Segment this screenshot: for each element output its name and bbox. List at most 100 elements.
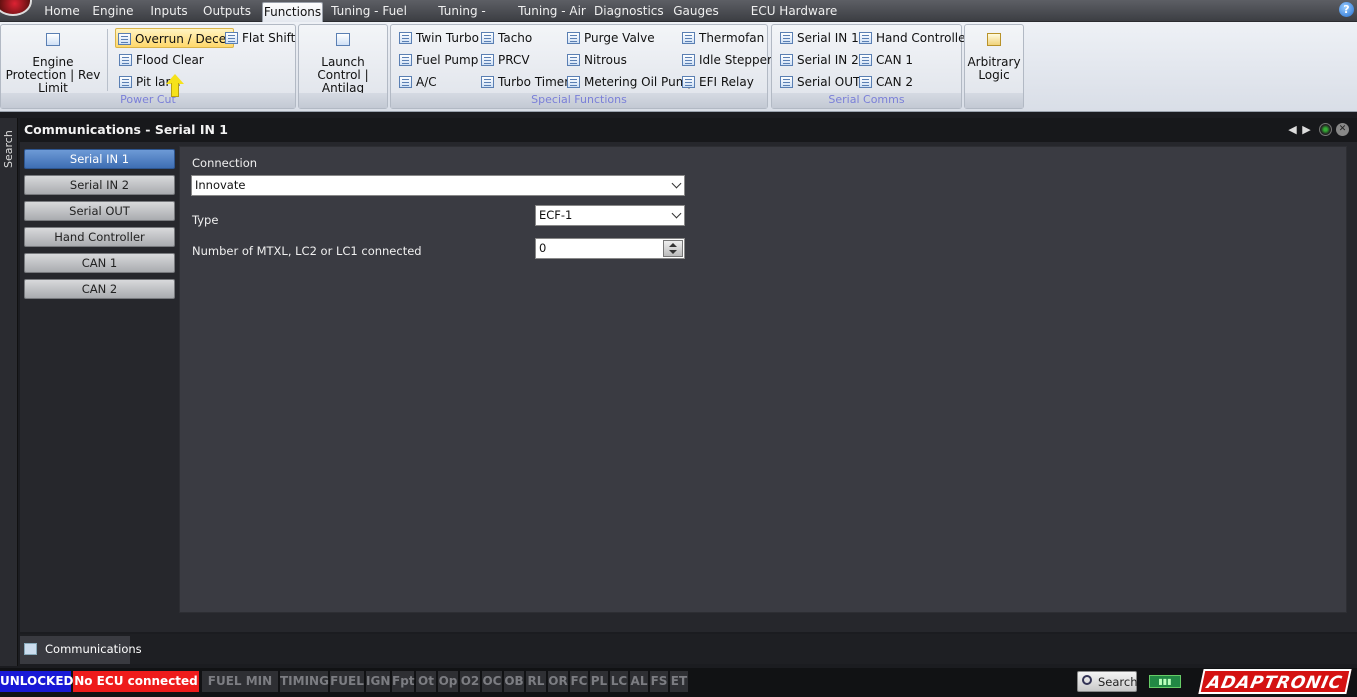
table-icon: [567, 76, 580, 88]
panel-header: Communications - Serial IN 1 ◀ ▶ ✕: [20, 118, 1357, 142]
count-value: 0: [539, 241, 547, 255]
flag-pl: PL: [590, 671, 608, 692]
gauge-icon[interactable]: [1319, 123, 1332, 136]
search-icon: [1082, 675, 1092, 685]
fuel-pump-button[interactable]: Fuel Pump: [397, 50, 478, 70]
arbitrary-logic-button[interactable]: Arbitrary Logic: [967, 25, 1021, 82]
hand-controller-button[interactable]: Hand Controller: [857, 28, 970, 48]
tacho-label: Tacho: [498, 31, 533, 45]
table-icon: [399, 76, 412, 88]
connection-select[interactable]: Innovate: [191, 175, 685, 196]
table-icon: [118, 33, 131, 45]
table-icon: [567, 54, 580, 66]
can-1-button[interactable]: CAN 1: [857, 50, 913, 70]
tab-communications[interactable]: Communications: [20, 636, 142, 664]
engine-protection-button[interactable]: Engine Protection | Rev Limit: [3, 25, 103, 95]
menu-ecu-hardware-settings[interactable]: ECU Hardware Settings: [730, 2, 858, 36]
twin-turbo-label: Twin Turbo: [416, 31, 479, 45]
flag-al: AL: [630, 671, 648, 692]
connection-value: Innovate: [195, 178, 246, 192]
settings-content: Connection Innovate Type ECF-1 Number of…: [179, 146, 1347, 613]
search-button[interactable]: Search: [1077, 671, 1138, 692]
menu-diagnostics[interactable]: Diagnostics: [594, 2, 664, 22]
overrun-decel-button[interactable]: Overrun / Decel: [115, 28, 235, 48]
table-icon: [481, 54, 494, 66]
table-icon: [336, 33, 350, 46]
search-sidebar[interactable]: Search: [0, 118, 18, 666]
nav-can-1[interactable]: CAN 1: [24, 253, 175, 273]
serial-in-2-button[interactable]: Serial IN 2: [778, 50, 859, 70]
help-icon[interactable]: ?: [1339, 2, 1354, 17]
ac-label: A/C: [416, 75, 437, 89]
table-icon: [682, 76, 695, 88]
count-label: Number of MTXL, LC2 or LC1 connected: [192, 244, 422, 258]
prcv-button[interactable]: PRCV: [479, 50, 530, 70]
spinner-arrows-icon[interactable]: [663, 240, 683, 257]
efi-relay-label: EFI Relay: [699, 75, 754, 89]
can-2-button[interactable]: CAN 2: [857, 72, 913, 92]
launch-control-button[interactable]: Launch Control | Antilag: [301, 25, 385, 95]
close-icon[interactable]: ✕: [1336, 123, 1349, 136]
tacho-button[interactable]: Tacho: [479, 28, 532, 48]
menu-tuning-air[interactable]: Tuning - Air: [518, 2, 586, 22]
serial-out-button[interactable]: Serial OUT: [778, 72, 860, 92]
nav-hand-controller[interactable]: Hand Controller: [24, 227, 175, 247]
flat-shift-label: Flat Shift: [242, 31, 296, 45]
metering-oil-pump-label: Metering Oil Pump: [584, 75, 695, 89]
turbo-timer-button[interactable]: Turbo Timer: [479, 72, 569, 92]
twin-turbo-button[interactable]: Twin Turbo: [397, 28, 479, 48]
can-2-label: CAN 2: [876, 75, 914, 89]
idle-stepper-label: Idle Stepper: [699, 53, 772, 67]
flood-clear-button[interactable]: Flood Clear: [117, 50, 204, 70]
prcv-label: PRCV: [498, 53, 530, 67]
status-bar: UNLOCKED No ECU connected FUEL MIN PW TI…: [0, 668, 1357, 697]
ac-button[interactable]: A/C: [397, 72, 437, 92]
table-icon: [24, 643, 37, 655]
table-icon: [119, 76, 132, 88]
serial-in-1-label: Serial IN 1: [797, 31, 859, 45]
flag-o2: O2: [460, 671, 480, 692]
adaptronic-logo: ADAPTRONIC: [1198, 669, 1352, 694]
table-icon: [682, 54, 695, 66]
efi-relay-button[interactable]: EFI Relay: [680, 72, 754, 92]
group-label-serial-comms: Serial Comms: [772, 93, 961, 108]
type-value: ECF-1: [539, 208, 573, 222]
table-icon: [859, 54, 872, 66]
unlocked-badge: UNLOCKED: [0, 671, 73, 692]
table-icon: [567, 32, 580, 44]
menu-home[interactable]: Home: [40, 2, 84, 22]
group-special-functions: Twin Turbo Fuel Pump A/C Tacho PRCV Turb…: [390, 24, 772, 109]
menu-tuning-ignition[interactable]: Tuning - Ignition: [416, 2, 508, 36]
menu-outputs[interactable]: Outputs: [200, 2, 254, 22]
nitrous-button[interactable]: Nitrous: [565, 50, 627, 70]
flag-fuel: FUEL: [330, 671, 364, 692]
menu-gauges[interactable]: Gauges: [671, 2, 721, 22]
menu-engine[interactable]: Engine: [90, 2, 136, 22]
metering-oil-pump-button[interactable]: Metering Oil Pump: [565, 72, 695, 92]
serial-in-1-button[interactable]: Serial IN 1: [778, 28, 859, 48]
idle-stepper-button[interactable]: Idle Stepper: [680, 50, 772, 70]
menu-functions[interactable]: Functions: [262, 2, 323, 22]
table-icon: [481, 32, 494, 44]
app-logo[interactable]: [0, 0, 32, 16]
nav-serial-in-2[interactable]: Serial IN 2: [24, 175, 175, 195]
table-icon: [119, 54, 132, 66]
nav-can-2[interactable]: CAN 2: [24, 279, 175, 299]
next-arrow-icon[interactable]: ▶: [1300, 123, 1313, 136]
table-icon: [225, 32, 238, 44]
nav-serial-in-1[interactable]: Serial IN 1: [24, 149, 175, 169]
prev-arrow-icon[interactable]: ◀: [1286, 123, 1299, 136]
purge-valve-button[interactable]: Purge Valve: [565, 28, 655, 48]
menu-tuning-fuel[interactable]: Tuning - Fuel: [331, 2, 407, 22]
menu-inputs[interactable]: Inputs: [146, 2, 192, 22]
menu-bar: Home Engine Inputs Outputs Functions Tun…: [0, 0, 1357, 36]
count-spinner[interactable]: 0: [535, 238, 685, 259]
thermofan-button[interactable]: Thermofan: [680, 28, 764, 48]
nitrous-label: Nitrous: [584, 53, 627, 67]
nav-serial-out[interactable]: Serial OUT: [24, 201, 175, 221]
flag-fpt: Fpt: [392, 671, 415, 692]
table-icon: [682, 32, 695, 44]
flat-shift-button[interactable]: Flat Shift: [223, 28, 295, 48]
type-select[interactable]: ECF-1: [535, 205, 685, 226]
flag-fc: FC: [570, 671, 588, 692]
